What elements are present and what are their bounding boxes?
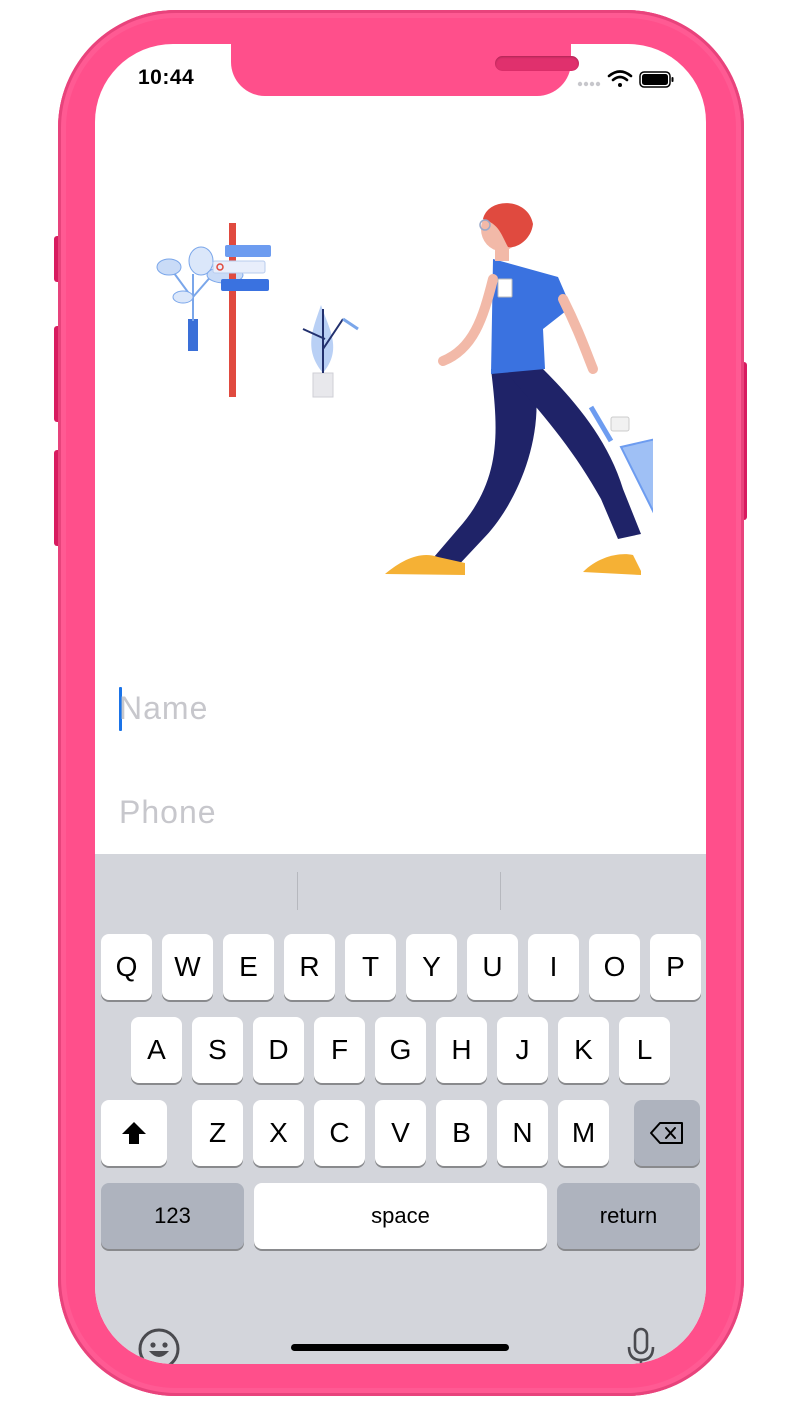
key-c[interactable]: C — [314, 1100, 365, 1166]
key-h[interactable]: H — [436, 1017, 487, 1083]
battery-icon — [639, 71, 674, 88]
key-i[interactable]: I — [528, 934, 579, 1000]
microphone-button[interactable] — [618, 1326, 664, 1364]
home-indicator[interactable] — [291, 1344, 509, 1351]
shift-icon — [122, 1122, 146, 1144]
suggestion-divider — [297, 872, 298, 910]
key-j[interactable]: J — [497, 1017, 548, 1083]
emoji-button[interactable] — [136, 1326, 182, 1364]
key-n[interactable]: N — [497, 1100, 548, 1166]
space-key[interactable]: space — [254, 1183, 547, 1249]
signpost — [212, 223, 271, 397]
key-m[interactable]: M — [558, 1100, 609, 1166]
speaker-grille — [495, 56, 579, 71]
phone-placeholder: Phone — [119, 794, 217, 830]
key-g[interactable]: G — [375, 1017, 426, 1083]
status-time: 10:44 — [138, 66, 195, 89]
key-b[interactable]: B — [436, 1100, 487, 1166]
delete-key[interactable] — [634, 1100, 700, 1166]
keyboard: Q W E R T Y U I O P A S D F G H J K L Z … — [95, 854, 706, 1364]
name-field[interactable]: Name — [119, 682, 679, 732]
notch — [231, 44, 579, 96]
shift-key[interactable] — [101, 1100, 167, 1166]
plant-right — [302, 305, 359, 398]
key-s[interactable]: S — [192, 1017, 243, 1083]
key-f[interactable]: F — [314, 1017, 365, 1083]
key-t[interactable]: T — [345, 934, 396, 1000]
key-w[interactable]: W — [162, 934, 213, 1000]
status-icons — [575, 68, 675, 90]
key-v[interactable]: V — [375, 1100, 426, 1166]
key-e[interactable]: E — [223, 934, 274, 1000]
key-x[interactable]: X — [253, 1100, 304, 1166]
key-r[interactable]: R — [284, 934, 335, 1000]
key-y[interactable]: Y — [406, 934, 457, 1000]
key-d[interactable]: D — [253, 1017, 304, 1083]
key-o[interactable]: O — [589, 934, 640, 1000]
key-q[interactable]: Q — [101, 934, 152, 1000]
wifi-icon — [607, 70, 633, 87]
key-k[interactable]: K — [558, 1017, 609, 1083]
signal-icon — [577, 81, 601, 87]
numbers-key[interactable]: 123 — [101, 1183, 244, 1249]
key-u[interactable]: U — [467, 934, 518, 1000]
phone-field[interactable]: Phone — [119, 786, 679, 836]
key-p[interactable]: P — [650, 934, 701, 1000]
person — [385, 203, 641, 575]
key-l[interactable]: L — [619, 1017, 670, 1083]
phone-screen: 10:44 Name Phone Q W E R T Y U I O P A S… — [95, 44, 706, 1364]
delete-icon — [650, 1122, 683, 1144]
suggestion-divider — [500, 872, 501, 910]
traveler-illustration — [153, 179, 706, 615]
key-a[interactable]: A — [131, 1017, 182, 1083]
key-z[interactable]: Z — [192, 1100, 243, 1166]
name-placeholder: Name — [119, 690, 209, 726]
emoji-icon — [138, 1328, 180, 1364]
return-key[interactable]: return — [557, 1183, 700, 1249]
microphone-icon — [627, 1327, 655, 1364]
